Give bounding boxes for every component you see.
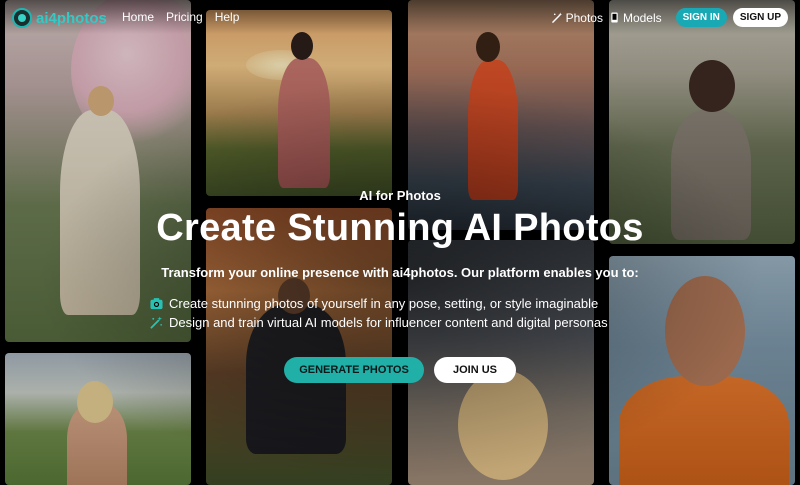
nav-models-label: Models <box>622 10 662 25</box>
nav-link-models[interactable]: Models <box>609 11 662 25</box>
feature-text: Design and train virtual AI models for i… <box>169 314 608 330</box>
top-nav: ai4photos Home Pricing Help Photos Model… <box>0 0 800 34</box>
generate-photos-button[interactable]: GENERATE PHOTOS <box>284 357 424 383</box>
hero-subhead: Transform your online presence with ai4p… <box>161 265 639 280</box>
logo-icon <box>12 8 32 28</box>
camera-icon <box>150 297 163 309</box>
feature-list: Create stunning photos of yourself in an… <box>150 294 608 332</box>
feature-item: Design and train virtual AI models for i… <box>150 313 608 331</box>
nav-link-help[interactable]: Help <box>215 10 240 24</box>
logo-text: ai4photos <box>36 9 107 27</box>
nav-links: Home Pricing Help <box>122 10 239 24</box>
phone-icon <box>611 12 618 23</box>
nav-actions: Photos Models SIGN IN SIGN UP <box>551 8 788 27</box>
hero-headline: Create Stunning AI Photos <box>156 207 644 249</box>
hero: AI for Photos Create Stunning AI Photos … <box>0 188 800 280</box>
nav-link-pricing[interactable]: Pricing <box>166 10 203 24</box>
feature-text: Create stunning photos of yourself in an… <box>169 295 599 311</box>
feature-item: Create stunning photos of yourself in an… <box>150 294 608 312</box>
sign-in-button[interactable]: SIGN IN <box>675 8 727 27</box>
nav-photos-label: Photos <box>565 10 603 25</box>
hero-eyebrow: AI for Photos <box>359 188 441 203</box>
sign-up-button[interactable]: SIGN UP <box>732 8 788 27</box>
magic-wand-icon <box>150 315 163 329</box>
join-us-button[interactable]: JOIN US <box>434 357 516 383</box>
logo[interactable]: ai4photos <box>12 8 107 28</box>
nav-link-home[interactable]: Home <box>122 10 154 24</box>
nav-link-photos[interactable]: Photos <box>551 10 603 25</box>
magic-wand-icon <box>551 12 562 23</box>
